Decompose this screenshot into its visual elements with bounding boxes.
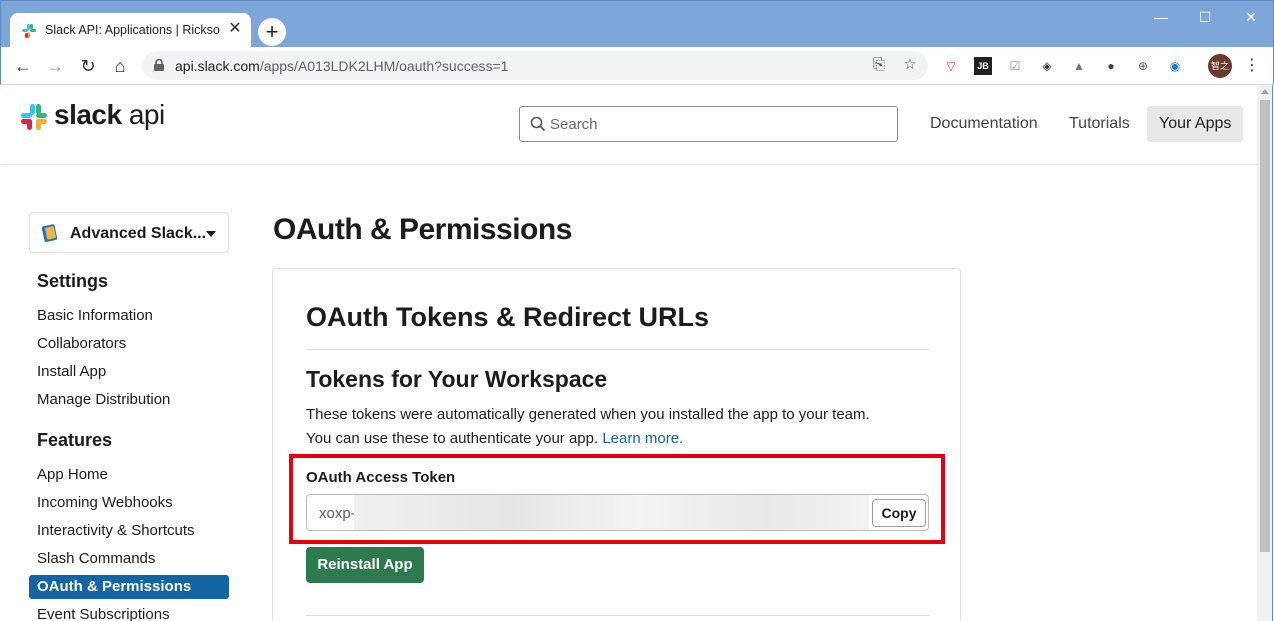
forward-icon[interactable]: → [43, 54, 67, 78]
page-viewport: slack api Documentation Tutorials Your A… [1, 85, 1257, 621]
app-icon [41, 224, 58, 242]
extension-globe-icon[interactable]: ◈ [1038, 57, 1056, 75]
search-input[interactable] [550, 107, 890, 141]
browser-menu-icon[interactable]: ⋮ [1243, 57, 1261, 75]
back-icon[interactable]: ← [11, 54, 35, 78]
tab-title: Slack API: Applications | Ricksoft [45, 23, 220, 37]
extension-check-icon[interactable]: ☑ [1006, 57, 1024, 75]
divider [306, 615, 929, 616]
extension-earth-icon[interactable]: ◉ [1166, 57, 1184, 75]
profile-avatar[interactable]: 智之 [1208, 54, 1232, 78]
description-line-1: These tokens were automatically generate… [306, 406, 870, 423]
slack-logo-icon[interactable] [20, 103, 48, 131]
search-box[interactable] [519, 106, 898, 142]
token-value: xoxp- [319, 505, 356, 522]
scroll-up-arrow-icon[interactable] [1261, 89, 1269, 94]
token-field[interactable]: xoxp- Copy [306, 494, 929, 531]
translate-icon[interactable]: ⎘ [870, 56, 888, 74]
sidebar-item-install-app[interactable]: Install App [29, 360, 229, 384]
sidebar-item-manage-distribution[interactable]: Manage Distribution [29, 388, 229, 412]
section-title: Tokens for Your Workspace [306, 366, 608, 392]
reinstall-app-button[interactable]: Reinstall App [306, 547, 424, 583]
oauth-card: OAuth Tokens & Redirect URLs Tokens for … [272, 268, 961, 621]
sidebar-item-slash-commands[interactable]: Slash Commands [29, 547, 229, 571]
page-scrollbar[interactable] [1257, 85, 1273, 621]
sidebar-item-app-home[interactable]: App Home [29, 463, 229, 487]
site-logo-text[interactable]: slack api [54, 99, 165, 131]
browser-toolbar: ← → ↻ ⌂ api.slack.com/apps/A013LDK2LHM/o… [0, 47, 1274, 85]
description-line-2: You can use these to authenticate your a… [306, 430, 684, 447]
close-window-icon[interactable]: ✕ [1239, 7, 1263, 27]
slack-favicon-icon [22, 24, 36, 38]
features-heading: Features [37, 430, 113, 450]
url-text: api.slack.com/apps/A013LDK2LHM/oauth?suc… [175, 58, 509, 74]
sidebar-item-event-subscriptions[interactable]: Event Subscriptions [29, 603, 229, 621]
extension-pocket-icon[interactable]: ▽ [942, 57, 960, 75]
sidebar-item-collaborators[interactable]: Collaborators [29, 332, 229, 356]
sidebar-item-interactivity-shortcuts[interactable]: Interactivity & Shortcuts [29, 519, 229, 543]
card-title: OAuth Tokens & Redirect URLs [306, 302, 710, 332]
sidebar-item-basic-information[interactable]: Basic Information [29, 304, 229, 328]
site-header: slack api Documentation Tutorials Your A… [1, 85, 1257, 165]
maximize-icon[interactable]: ☐ [1193, 7, 1217, 27]
nav-tutorials[interactable]: Tutorials [1057, 106, 1142, 142]
app-selector[interactable]: Advanced Slack... [29, 212, 229, 253]
token-redaction [354, 495, 869, 530]
token-label: OAuth Access Token [306, 469, 456, 486]
app-name: Advanced Slack... [70, 225, 207, 242]
nav-your-apps[interactable]: Your Apps [1147, 106, 1244, 142]
learn-more-link[interactable]: Learn more. [602, 430, 683, 447]
extension-web-icon[interactable]: ⊕ [1134, 57, 1152, 75]
reload-icon[interactable]: ↻ [76, 54, 100, 78]
settings-heading: Settings [37, 271, 109, 291]
sidebar-item-incoming-webhooks[interactable]: Incoming Webhooks [29, 491, 229, 515]
scroll-thumb[interactable] [1260, 100, 1270, 552]
bookmark-star-icon[interactable]: ☆ [901, 56, 919, 74]
extension-drive-icon[interactable]: ▲ [1070, 57, 1088, 75]
divider [306, 349, 929, 350]
extension-jb-icon[interactable]: JB [974, 57, 992, 75]
browser-titlebar: Slack API: Applications | Ricksoft ✕ + —… [0, 0, 1274, 49]
chevron-down-icon [206, 231, 216, 237]
search-icon [530, 116, 546, 132]
address-bar[interactable]: api.slack.com/apps/A013LDK2LHM/oauth?suc… [142, 51, 928, 80]
lock-icon [154, 59, 164, 71]
browser-tab[interactable]: Slack API: Applications | Ricksoft ✕ [10, 13, 251, 49]
home-icon[interactable]: ⌂ [108, 54, 132, 78]
extension-circle-icon[interactable]: ● [1102, 57, 1120, 75]
sidebar-item-oauth-permissions[interactable]: OAuth & Permissions [29, 575, 229, 599]
minimize-icon[interactable]: — [1149, 7, 1173, 27]
nav-documentation[interactable]: Documentation [918, 106, 1050, 142]
new-tab-button[interactable]: + [258, 18, 286, 46]
copy-button[interactable]: Copy [872, 499, 926, 527]
tab-close-icon[interactable]: ✕ [226, 20, 244, 38]
page-title: OAuth & Permissions [273, 213, 572, 246]
